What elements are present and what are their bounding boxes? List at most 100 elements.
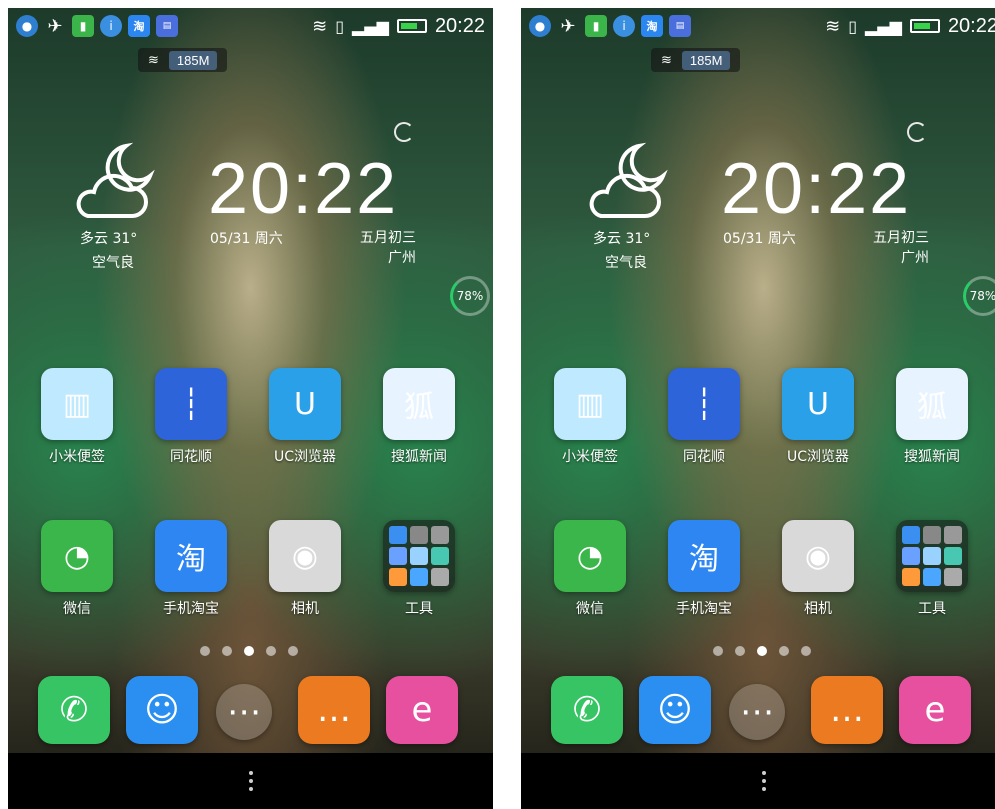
phone-screen-right: ● ✈ ▮ i 淘 ▤ ≋ ▯ ▂▄▆ 20:22 ≋ 185M 多云 31° … [521,8,995,809]
page-dot-active[interactable] [757,646,767,656]
app-label: 相机 [804,601,832,617]
app-camera[interactable]: ◉ 相机 [773,520,863,618]
phone-icon[interactable]: ✆ [551,676,623,744]
lunar-info: 五月初三 广州 [360,228,416,268]
lunar-date: 五月初三 [873,230,929,246]
app-uc-browser[interactable]: U UC浏览器 [260,368,350,466]
wifi-icon: ≋ [312,15,328,37]
uc-squirrel-icon: U [269,368,341,440]
sim-icon: ▯ [335,16,345,36]
status-bar: ● ✈ ▮ i 淘 ▤ ≋ ▯ ▂▄▆ 20:22 [521,8,995,44]
menu-icon[interactable] [761,771,766,791]
page-dot[interactable] [779,646,789,656]
browser-icon[interactable]: e [899,676,971,744]
memory-cleaner-widget[interactable]: 78% [963,276,995,316]
page-dot[interactable] [713,646,723,656]
app-sohu-news[interactable]: 狐 搜狐新闻 [374,368,464,466]
app-tonghuashun[interactable]: ┆ 同花顺 [659,368,749,466]
app-taobao[interactable]: 淘 手机淘宝 [659,520,749,618]
app-tools-folder[interactable]: 工具 [374,520,464,618]
signal-icon: ▂▄▆ [352,16,389,36]
network-speed-value: 185M [168,50,218,70]
app-label: 相机 [291,601,319,617]
app-camera[interactable]: ◉ 相机 [260,520,350,618]
refresh-icon[interactable] [907,122,927,142]
battery-indicator-icon: ▮ [585,15,607,37]
app-label: 同花顺 [683,449,725,465]
globe-icon: ● [529,15,551,37]
cloud-moon-icon [76,142,155,218]
app-wechat[interactable]: ◔ 微信 [545,520,635,618]
status-bar: ● ✈ ▮ i 淘 ▤ ≋ ▯ ▂▄▆ 20:22 [8,8,493,44]
taobao-notification-icon: 淘 [128,15,150,37]
navigation-bar [521,753,995,809]
app-label: 手机淘宝 [676,601,732,617]
system-status: ≋ ▯ ▂▄▆ 20:22 [312,15,485,38]
phone-icon[interactable]: ✆ [38,676,110,744]
app-label: 搜狐新闻 [391,449,447,465]
memory-percent: 78% [969,289,995,303]
app-label: UC浏览器 [786,449,850,465]
notification-icons: ● ✈ ▮ i 淘 ▤ [16,15,178,37]
page-indicator [713,646,811,656]
note-icon: ▥ [554,368,626,440]
sohu-icon: 狐 [896,368,968,440]
refresh-icon[interactable] [394,122,414,142]
app-sohu-news[interactable]: 狐 搜狐新闻 [887,368,977,466]
app-tonghuashun[interactable]: ┆ 同花顺 [146,368,236,466]
camera-icon: ◉ [269,520,341,592]
news-notification-icon: ▤ [669,15,691,37]
app-wechat[interactable]: ◔ 微信 [32,520,122,618]
page-dot[interactable] [266,646,276,656]
app-uc-browser[interactable]: U UC浏览器 [773,368,863,466]
memory-cleaner-widget[interactable]: 78% [450,276,490,316]
browser-icon[interactable]: e [386,676,458,744]
page-dot[interactable] [735,646,745,656]
info-icon: i [100,15,122,37]
contacts-icon[interactable]: ☺ [126,676,198,744]
app-label: 工具 [405,601,433,617]
battery-icon [396,19,427,33]
camera-icon: ◉ [782,520,854,592]
page-dot-active[interactable] [244,646,254,656]
app-drawer-icon[interactable]: ⋯ [216,684,272,740]
app-label: 微信 [576,601,604,617]
clock-time[interactable]: 20:22 [721,148,911,230]
app-label: 小米便签 [49,449,105,465]
app-tools-folder[interactable]: 工具 [887,520,977,618]
menu-icon[interactable] [248,771,253,791]
app-label: 同花顺 [170,449,212,465]
sim-icon: ▯ [848,16,858,36]
clock-time[interactable]: 20:22 [208,148,398,230]
message-icon[interactable]: … [811,676,883,744]
app-label: 小米便签 [562,449,618,465]
sohu-icon: 狐 [383,368,455,440]
taobao-notification-icon: 淘 [641,15,663,37]
stock-chart-icon: ┆ [668,368,740,440]
app-drawer-icon[interactable]: ⋯ [729,684,785,740]
clock-date: 05/31 周六 [723,231,796,247]
wechat-icon: ◔ [41,520,113,592]
memory-percent: 78% [456,289,484,303]
app-xiaomi-notes[interactable]: ▥ 小米便签 [32,368,122,466]
page-dot[interactable] [288,646,298,656]
clock-date: 05/31 周六 [210,231,283,247]
system-status: ≋ ▯ ▂▄▆ 20:22 [825,15,995,38]
contacts-icon[interactable]: ☺ [639,676,711,744]
phone-screen-left: ● ✈ ▮ i 淘 ▤ ≋ ▯ ▂▄▆ 20:22 ≋ 185M 多云 31° … [8,8,493,809]
app-taobao[interactable]: 淘 手机淘宝 [146,520,236,618]
page-indicator [200,646,298,656]
wifi-small-icon: ≋ [661,52,672,67]
globe-icon: ● [16,15,38,37]
lunar-date: 五月初三 [360,230,416,246]
app-xiaomi-notes[interactable]: ▥ 小米便签 [545,368,635,466]
page-dot[interactable] [200,646,210,656]
city: 广州 [388,250,416,266]
wifi-small-icon: ≋ [148,52,159,67]
info-icon: i [613,15,635,37]
page-dot[interactable] [801,646,811,656]
message-icon[interactable]: … [298,676,370,744]
page-dot[interactable] [222,646,232,656]
folder-tools-icon [383,520,455,592]
app-label: 工具 [918,601,946,617]
